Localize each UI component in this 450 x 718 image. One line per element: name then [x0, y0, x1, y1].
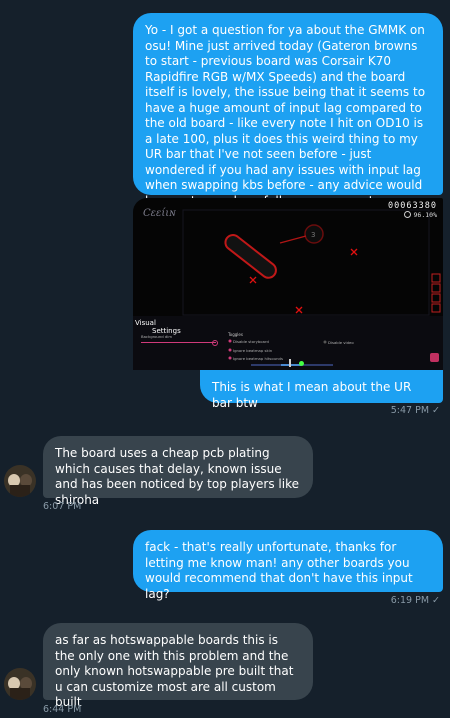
- avatar[interactable]: [4, 465, 36, 497]
- settings-icon[interactable]: [430, 353, 439, 362]
- message-bubble-incoming: The board uses a cheap pcb plating which…: [43, 436, 313, 507]
- gameplay-field: 3: [182, 209, 441, 316]
- slider-object: [224, 234, 277, 279]
- checkmark-icon: ✓: [432, 595, 440, 606]
- ur-bar: [251, 359, 333, 367]
- message-timestamp: 6:19 PM ✓: [390, 595, 440, 606]
- playfield-border: [182, 209, 430, 316]
- message-timestamp: 6:44 PM: [43, 704, 82, 715]
- message-timestamp: 6:07 PM: [43, 501, 82, 512]
- toggle-indicators: [228, 339, 327, 360]
- avatar[interactable]: [4, 668, 36, 700]
- message-bubble-incoming: as far as hotswappable boards this is th…: [43, 623, 313, 709]
- message-bubble-outgoing: Yo - I got a question for ya about the G…: [133, 13, 443, 223]
- svg-text:3: 3: [311, 231, 315, 239]
- message-bubble-outgoing: fack - that's really unfortunate, thanks…: [133, 530, 443, 601]
- checkmark-icon: ✓: [432, 405, 440, 416]
- screenshot-attachment[interactable]: Cεείιɴ 00063380 96.10% 3 Visual Settings…: [133, 198, 443, 370]
- message-timestamp: 5:47 PM ✓: [390, 405, 440, 416]
- message-bubble-outgoing: This is what I mean about the UR bar btw: [200, 370, 443, 410]
- follow-line: [279, 235, 307, 244]
- visual-settings-panel: Visual Settings Background dim Toggles D…: [133, 316, 443, 370]
- key-overlay: [431, 273, 441, 313]
